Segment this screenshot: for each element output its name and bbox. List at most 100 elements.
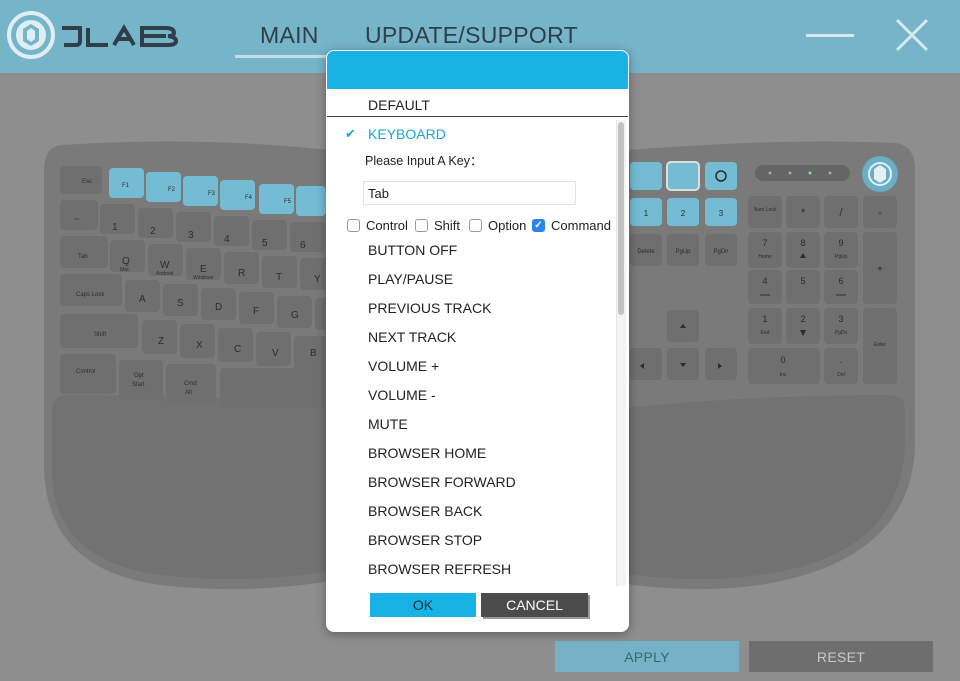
option-keyboard[interactable]: KEYBOARD: [368, 126, 446, 142]
modifier-shift[interactable]: Shift: [415, 218, 460, 233]
option-browser-home[interactable]: BROWSER HOME: [368, 445, 486, 461]
key-5[interactable]: 5: [252, 220, 287, 250]
key-profile-3[interactable]: 3: [705, 198, 737, 226]
close-button[interactable]: [894, 17, 930, 53]
modifier-option[interactable]: Option: [469, 218, 526, 233]
key-num-dot[interactable]: . Del: [824, 348, 858, 384]
option-play-pause[interactable]: PLAY/PAUSE: [368, 271, 453, 287]
key-opt[interactable]: Opt Start: [119, 360, 163, 400]
key-f[interactable]: F: [239, 292, 274, 324]
ok-button[interactable]: OK: [370, 593, 476, 617]
key-r[interactable]: R: [224, 252, 259, 284]
key-s[interactable]: S: [163, 284, 198, 316]
key-pgup[interactable]: PgUp: [667, 234, 699, 266]
key-f1[interactable]: F1: [109, 168, 144, 198]
key-g[interactable]: G: [277, 296, 312, 328]
key-shift[interactable]: Shift: [60, 314, 138, 348]
cancel-button[interactable]: CANCEL: [481, 593, 588, 617]
key-settings[interactable]: [705, 162, 737, 190]
key-f6[interactable]: [296, 186, 326, 216]
option-volume-up[interactable]: VOLUME +: [368, 358, 439, 374]
reset-button[interactable]: RESET: [749, 641, 933, 672]
key-b[interactable]: B: [294, 336, 329, 370]
option-previous-track[interactable]: PREVIOUS TRACK: [368, 300, 491, 316]
key-w[interactable]: WAndroid: [148, 244, 183, 277]
key-v[interactable]: V: [256, 332, 291, 366]
checkbox-option[interactable]: [469, 219, 482, 232]
modifier-command[interactable]: Command: [532, 218, 611, 233]
key-f2[interactable]: F2: [146, 172, 181, 202]
option-browser-back[interactable]: BROWSER BACK: [368, 503, 482, 519]
key-num-9[interactable]: 9 PgUp: [824, 232, 858, 268]
key-y[interactable]: Y: [300, 258, 328, 290]
key-1[interactable]: 1: [100, 204, 135, 234]
checkbox-shift[interactable]: [415, 219, 428, 232]
key-profile-2[interactable]: 2: [667, 198, 699, 226]
key-num-5[interactable]: 5: [786, 270, 820, 304]
modifier-control[interactable]: Control: [347, 218, 408, 233]
key-screenshot[interactable]: [630, 162, 662, 190]
key-cmd[interactable]: Cmd Alt: [166, 364, 216, 404]
key-arrow-right[interactable]: [705, 348, 737, 380]
key-f4[interactable]: F4: [220, 180, 255, 210]
key-space[interactable]: [220, 368, 330, 408]
key-tab[interactable]: Tab: [60, 236, 108, 268]
key-num-minus[interactable]: -: [863, 196, 897, 228]
option-mute[interactable]: MUTE: [368, 416, 408, 432]
key-num-6[interactable]: 6: [824, 270, 858, 304]
key-e[interactable]: EWindows: [186, 248, 221, 281]
key-f5[interactable]: F5: [259, 184, 294, 214]
key-arrow-left[interactable]: [630, 348, 662, 380]
key-num-1[interactable]: 1 End: [748, 308, 782, 344]
key-esc[interactable]: Esc: [60, 166, 102, 194]
key-f3[interactable]: F3: [183, 176, 218, 206]
key-z[interactable]: Z: [142, 320, 177, 354]
option-volume-down[interactable]: VOLUME -: [368, 387, 436, 403]
key-dictate[interactable]: [666, 161, 700, 191]
key-2[interactable]: 2: [138, 208, 173, 238]
key-num-plus[interactable]: +: [863, 232, 897, 304]
key-num-enter[interactable]: Enter: [863, 308, 897, 384]
key-num-star[interactable]: *: [786, 196, 820, 228]
key-num-7[interactable]: 7 Home: [748, 232, 782, 268]
key-num-3[interactable]: 3 PgDn: [824, 308, 858, 344]
key-arrow-up[interactable]: [667, 310, 699, 342]
tab-update-support[interactable]: UPDATE/SUPPORT: [365, 22, 578, 49]
key-d[interactable]: D: [201, 288, 236, 320]
key-num-0[interactable]: 0 Ins: [748, 348, 820, 384]
key-profile-1[interactable]: 1: [630, 198, 662, 226]
key-3[interactable]: 3: [176, 212, 211, 242]
option-next-track[interactable]: NEXT TRACK: [368, 329, 456, 345]
checkbox-command[interactable]: [532, 219, 545, 232]
key-t[interactable]: T: [262, 256, 297, 288]
option-browser-refresh[interactable]: BROWSER REFRESH: [368, 561, 511, 577]
key-num-2[interactable]: 2: [786, 308, 820, 344]
scrollbar-thumb[interactable]: [618, 122, 624, 315]
apply-button[interactable]: APPLY: [555, 641, 739, 672]
key-num-slash[interactable]: /: [824, 196, 858, 228]
option-browser-stop[interactable]: BROWSER STOP: [368, 532, 482, 548]
option-default[interactable]: DEFAULT: [368, 97, 430, 113]
key-tilde[interactable]: ~: [60, 200, 98, 230]
key-num-8[interactable]: 8: [786, 232, 820, 268]
option-button-off[interactable]: BUTTON OFF: [368, 242, 457, 258]
key-4[interactable]: 4: [214, 216, 249, 246]
key-arrow-down[interactable]: [667, 348, 699, 380]
key-num-4[interactable]: 4: [748, 270, 782, 304]
key-c[interactable]: C: [218, 328, 253, 362]
minimize-button[interactable]: [806, 26, 854, 44]
key-control[interactable]: Control: [60, 354, 116, 394]
tab-main[interactable]: MAIN: [260, 22, 319, 49]
key-6[interactable]: 6: [290, 222, 325, 252]
key-a[interactable]: A: [125, 280, 160, 312]
option-browser-forward[interactable]: BROWSER FORWARD: [368, 474, 516, 490]
jlab-button[interactable]: [862, 156, 898, 192]
key-pgdn[interactable]: PgDn: [705, 234, 737, 266]
checkbox-control[interactable]: [347, 219, 360, 232]
key-x[interactable]: X: [180, 324, 215, 358]
key-num-lock[interactable]: Num Lock: [748, 196, 782, 228]
key-caps-lock[interactable]: Caps Lock: [60, 274, 122, 306]
key-input[interactable]: [363, 181, 576, 205]
key-q[interactable]: QMac: [110, 240, 145, 273]
key-delete[interactable]: Delete: [630, 234, 662, 266]
